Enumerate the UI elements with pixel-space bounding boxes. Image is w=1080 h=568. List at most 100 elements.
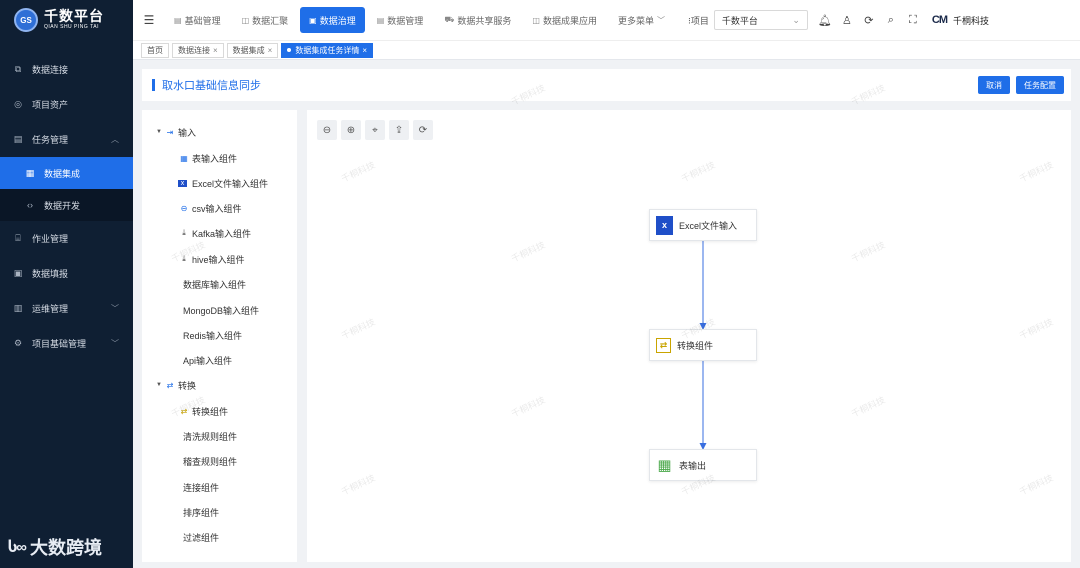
table-icon: ▦	[657, 457, 672, 474]
form-icon: ▣	[13, 268, 23, 278]
fullscreen-icon[interactable]: ⛶	[902, 14, 924, 27]
crumb-task-detail[interactable]: 数据集成任务详情 ×	[281, 42, 374, 58]
task-icon: ▤	[13, 134, 23, 144]
chevron-down-icon: ﹀	[111, 304, 119, 313]
brand: CM 千桐科技	[932, 14, 989, 27]
close-icon[interactable]: ×	[213, 46, 218, 55]
folder-icon: ▤	[174, 15, 182, 25]
tab-data-management[interactable]: ▤ 数据管理	[368, 7, 433, 33]
bell-icon[interactable]: 🔔︎	[814, 14, 836, 27]
tree-item[interactable]: 清洗规则组件	[183, 429, 237, 443]
crumb-home[interactable]: 首页	[141, 42, 169, 58]
transform-icon: ⇄	[180, 406, 188, 416]
tab-basic-management[interactable]: ▤ 基础管理	[165, 7, 230, 33]
download-icon: ⤓	[182, 228, 186, 237]
tree-item[interactable]: ⇄ 转换组件	[178, 404, 228, 418]
tree-group-input[interactable]: ▼ ⇥ 输入	[154, 125, 196, 139]
flow-node-excel-input[interactable]: x Excel文件输入	[649, 209, 757, 241]
external-link-icon: ⧉	[14, 64, 22, 74]
sidebar-item-job-management[interactable]: ⌸ 作业管理	[0, 221, 133, 256]
crumb-data-connection[interactable]: 数据连接 ×	[172, 42, 224, 58]
excel-icon: x	[178, 179, 187, 187]
chevron-down-icon: ﹀	[111, 339, 119, 348]
tab-data-sharing[interactable]: ⛟ 数据共享服务	[435, 7, 520, 33]
tab-more-menu[interactable]: 更多菜单 ﹀	[609, 7, 677, 33]
task-config-button[interactable]: 任务配置	[1016, 76, 1064, 94]
tree-item[interactable]: 连接组件	[183, 480, 219, 494]
close-icon[interactable]: ×	[362, 46, 367, 55]
gear-icon: ⚙	[13, 338, 23, 348]
tree-item[interactable]: MongoDB输入组件	[183, 303, 259, 317]
logo[interactable]: GS 千数平台 QIAN SHU PING TAI	[0, 0, 133, 40]
sidebar-item-ops-management[interactable]: ▥ 运维管理 ﹀	[0, 291, 133, 326]
flow-node-table-output[interactable]: ▦ 表输出	[649, 449, 757, 481]
user-icon[interactable]: ♙	[836, 14, 858, 27]
active-dot-icon	[287, 48, 292, 52]
data-icon: ▤	[376, 15, 385, 25]
chevron-down-icon: ⌄	[792, 14, 800, 25]
sidebar-item-data-integration[interactable]: ▦ 数据集成	[0, 157, 133, 189]
brand-watermark-icon: Ⴑ∞	[8, 539, 27, 556]
database-icon: ◫	[241, 15, 250, 25]
search-icon[interactable]: ⌕	[880, 14, 902, 27]
sidebar-item-task-management[interactable]: ▤ 任务管理 ︿	[0, 122, 133, 157]
sidebar-item-project-assets[interactable]: ◎ 项目资产	[0, 87, 133, 122]
tree-group-transform[interactable]: ▼ ⇄ 转换	[154, 378, 196, 392]
transform-icon: ⇄	[166, 380, 174, 390]
caret-down-icon[interactable]: ▼	[154, 382, 164, 388]
tree-item[interactable]: 排序组件	[183, 505, 219, 519]
sidebar-item-data-connection[interactable]: ⧉ 数据连接	[0, 52, 133, 87]
flow-node-transform[interactable]: ⇄ 转换组件	[649, 329, 757, 361]
top-nav: ☰ ▤ 基础管理 ◫ 数据汇聚 ▣ 数据治理 ▤ 数据管理 ⛟ 数据共享服务 ◫…	[133, 0, 1080, 40]
download-icon: ⤓	[182, 254, 186, 263]
tab-data-aggregation[interactable]: ◫ 数据汇聚	[233, 7, 298, 33]
sidebar-item-data-development[interactable]: ‹› 数据开发	[0, 189, 133, 221]
close-icon[interactable]: ×	[268, 46, 273, 55]
job-icon: ⌸	[15, 233, 21, 243]
caret-down-icon[interactable]: ▼	[154, 129, 164, 135]
component-tree: ▼ ⇥ 输入 ▦ 表输入组件 x Excel文件输入组件 ⊖ csv输入组件 ⤓…	[142, 110, 297, 562]
breadcrumb: 首页 数据连接 × 数据集成 × 数据集成任务详情 ×	[133, 40, 1080, 60]
tree-item[interactable]: ⤓ hive输入组件	[178, 252, 244, 266]
tree-item[interactable]: ⤓ Kafka输入组件	[178, 226, 251, 240]
crumb-data-integration[interactable]: 数据集成 ×	[226, 42, 279, 58]
csv-icon: ⊖	[180, 203, 188, 213]
tab-data-results[interactable]: ◫ 数据成果应用	[523, 7, 606, 33]
brand-logo-icon: CM	[931, 14, 948, 26]
chevron-down-icon: ﹀	[657, 15, 665, 25]
title-panel: 取水口基础信息同步 取消 任务配置	[142, 69, 1071, 101]
book-icon: ◫	[532, 15, 540, 25]
title-accent-bar	[152, 79, 155, 91]
menu-toggle-icon[interactable]: ☰	[133, 13, 165, 27]
code-icon: ‹›	[27, 200, 33, 210]
tree-item[interactable]: x Excel文件输入组件	[178, 176, 268, 190]
input-icon: ⇥	[166, 127, 174, 137]
governance-icon: ▣	[309, 15, 317, 25]
table-icon: ▦	[180, 153, 188, 163]
tree-item[interactable]: 稽查规则组件	[183, 454, 237, 468]
project-label: ⁝项目	[688, 15, 709, 26]
project-select[interactable]: 千数平台 ⌄	[713, 10, 808, 30]
tree-item[interactable]: 数据库输入组件	[183, 277, 246, 291]
sidebar-item-data-filling[interactable]: ▣ 数据填报	[0, 256, 133, 291]
brand-name: 千桐科技	[953, 15, 990, 26]
grid-icon: ▦	[25, 167, 35, 178]
tree-item[interactable]: 过滤组件	[183, 530, 219, 544]
logo-title: 千数平台	[44, 8, 104, 24]
submenu-task-management: ▦ 数据集成 ‹› 数据开发	[0, 157, 133, 221]
tree-item[interactable]: Api输入组件	[183, 353, 232, 367]
tree-item[interactable]: Redis输入组件	[183, 328, 242, 342]
brand-watermark: Ⴑ∞ 大数跨境	[8, 538, 103, 558]
excel-icon: x	[656, 215, 673, 235]
transform-icon: ⇄	[656, 337, 671, 353]
cart-icon: ⛟	[444, 15, 455, 24]
flow-canvas[interactable]: ⊖ ⊕ ⌖ ⇪ ⟳ x Excel文件输入 ⇄ 转换组件 ▦ 表输出	[307, 110, 1071, 562]
sidebar-item-project-base-management[interactable]: ⚙ 项目基础管理 ﹀	[0, 326, 133, 361]
cancel-button[interactable]: 取消	[978, 76, 1010, 94]
ops-icon: ▥	[13, 303, 23, 313]
tab-data-governance[interactable]: ▣ 数据治理	[300, 7, 365, 33]
sidebar: GS 千数平台 QIAN SHU PING TAI ⧉ 数据连接 ◎ 项目资产 …	[0, 0, 133, 568]
tree-item[interactable]: ▦ 表输入组件	[178, 151, 237, 165]
tree-item[interactable]: ⊖ csv输入组件	[178, 201, 242, 215]
refresh-icon[interactable]: ⟳	[858, 14, 880, 27]
